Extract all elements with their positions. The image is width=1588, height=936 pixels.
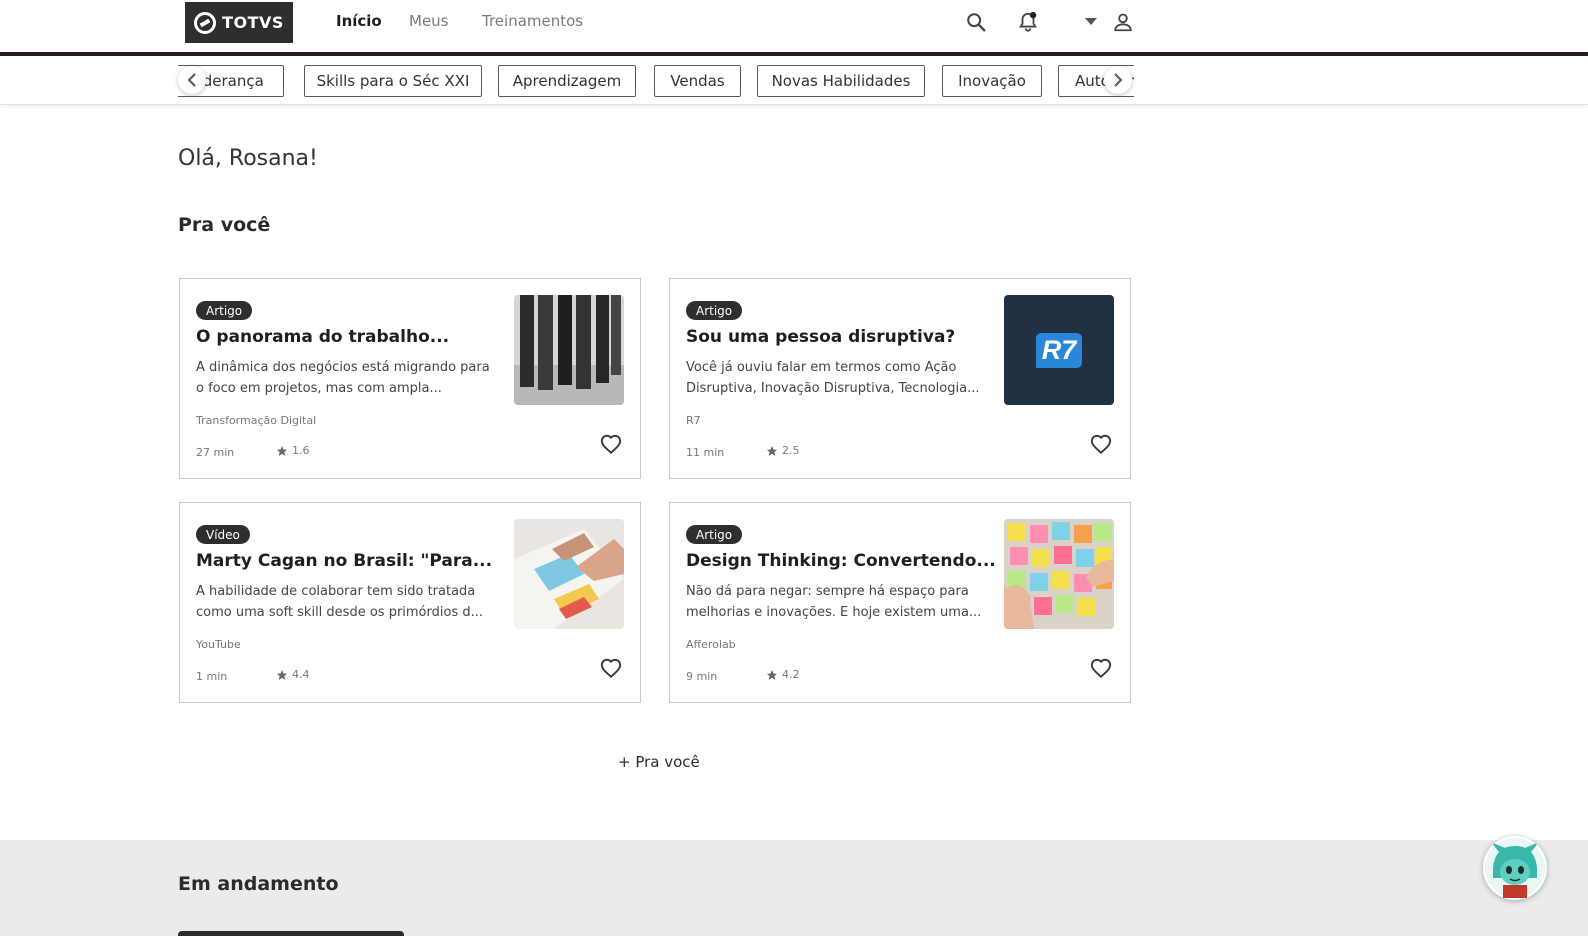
category-chip[interactable]: Aprendizagem: [498, 65, 636, 97]
chevron-right-icon[interactable]: [1104, 66, 1132, 94]
in-progress-card[interactable]: [178, 931, 404, 936]
totvs-logo-icon: [194, 11, 217, 34]
category-chip[interactable]: Vendas: [654, 65, 741, 97]
greeting: Olá, Rosana!: [178, 146, 318, 171]
card-rating: 4.2: [766, 668, 800, 681]
content-card[interactable]: Artigo Design Thinking: Convertendo... N…: [669, 502, 1131, 703]
in-progress-section: Em andamento: [0, 840, 1588, 936]
card-rating: 4.4: [276, 668, 310, 681]
star-icon: [767, 669, 777, 680]
card-description: Não dá para negar: sempre há espaço para…: [686, 584, 982, 620]
category-carousel: Liderança Skills para o Séc XXI Aprendiz…: [178, 64, 1134, 98]
card-source: Transformação Digital: [196, 414, 317, 427]
content-card[interactable]: Artigo O panorama do trabalho... A dinâm…: [179, 278, 641, 479]
logo-text: TOTVS: [222, 13, 284, 32]
category-chip[interactable]: Inovação: [942, 65, 1042, 97]
rating-value: 2.5: [782, 444, 800, 457]
card-duration: 11 min: [686, 446, 725, 459]
card-title[interactable]: O panorama do trabalho...: [196, 327, 496, 347]
nav-meus[interactable]: Meus: [409, 12, 449, 30]
card-description: A habilidade de colaborar tem sido trata…: [196, 584, 484, 620]
content-type-badge: Artigo: [686, 525, 743, 544]
card-title[interactable]: Sou uma pessoa disruptiva?: [686, 327, 986, 347]
content-type-badge: Artigo: [196, 301, 253, 320]
heart-icon[interactable]: [1090, 434, 1114, 458]
card-description: Você já ouviu falar em termos como Ação …: [686, 360, 980, 396]
section-title-em-andamento: Em andamento: [178, 873, 339, 895]
content-card[interactable]: Vídeo Marty Cagan no Brasil: "Para... A …: [179, 502, 641, 703]
top-navbar: TOTVS Início Meus Treinamentos: [0, 0, 1588, 52]
card-duration: 9 min: [686, 670, 718, 683]
star-icon: [277, 445, 287, 456]
section-title-pra-voce: Pra você: [178, 214, 271, 236]
heart-icon[interactable]: [1090, 658, 1114, 682]
card-duration: 27 min: [196, 446, 235, 459]
search-icon[interactable]: [964, 10, 988, 34]
rating-value: 4.4: [292, 668, 310, 681]
category-chip[interactable]: Skills para o Séc XXI: [304, 65, 482, 97]
r7-logo[interactable]: R7: [1004, 295, 1114, 405]
nav-inicio[interactable]: Início: [336, 12, 382, 30]
card-description: A dinâmica dos negócios está migrando pa…: [196, 360, 490, 396]
r7-logo-text: R7: [1035, 332, 1083, 368]
category-bar: Liderança Skills para o Séc XXI Aprendiz…: [0, 56, 1588, 105]
card-source: YouTube: [196, 638, 241, 651]
heart-icon[interactable]: [600, 658, 624, 682]
card-source: R7: [686, 414, 701, 427]
caret-down-icon[interactable]: [1083, 10, 1099, 34]
heart-icon[interactable]: [600, 434, 624, 458]
content-type-badge: Artigo: [686, 301, 743, 320]
totvs-logo[interactable]: TOTVS: [185, 2, 293, 43]
hands-on-paper-photo[interactable]: [514, 519, 624, 629]
rating-value: 1.6: [292, 444, 310, 457]
star-icon: [767, 445, 777, 456]
bell-icon[interactable]: [1016, 10, 1040, 34]
nav-treinamentos[interactable]: Treinamentos: [482, 12, 583, 30]
assistant-avatar[interactable]: [1483, 836, 1547, 900]
chevron-left-icon[interactable]: [178, 66, 206, 94]
more-for-you-link[interactable]: + Pra você: [618, 753, 700, 771]
card-title[interactable]: Design Thinking: Convertendo...: [686, 551, 996, 571]
card-title[interactable]: Marty Cagan no Brasil: "Para...: [196, 551, 496, 571]
content-type-badge: Vídeo: [196, 525, 250, 544]
sticky-notes-photo[interactable]: [1004, 519, 1114, 629]
rating-value: 4.2: [782, 668, 800, 681]
user-icon[interactable]: [1111, 10, 1135, 34]
star-icon: [277, 669, 287, 680]
content-card[interactable]: Artigo Sou uma pessoa disruptiva? Você j…: [669, 278, 1131, 479]
card-rating: 2.5: [766, 444, 800, 457]
card-source: Afferolab: [686, 638, 736, 651]
card-duration: 1 min: [196, 670, 228, 683]
category-chip[interactable]: Novas Habilidades: [757, 65, 925, 97]
card-rating: 1.6: [276, 444, 310, 457]
people-legs-photo[interactable]: [514, 295, 624, 405]
